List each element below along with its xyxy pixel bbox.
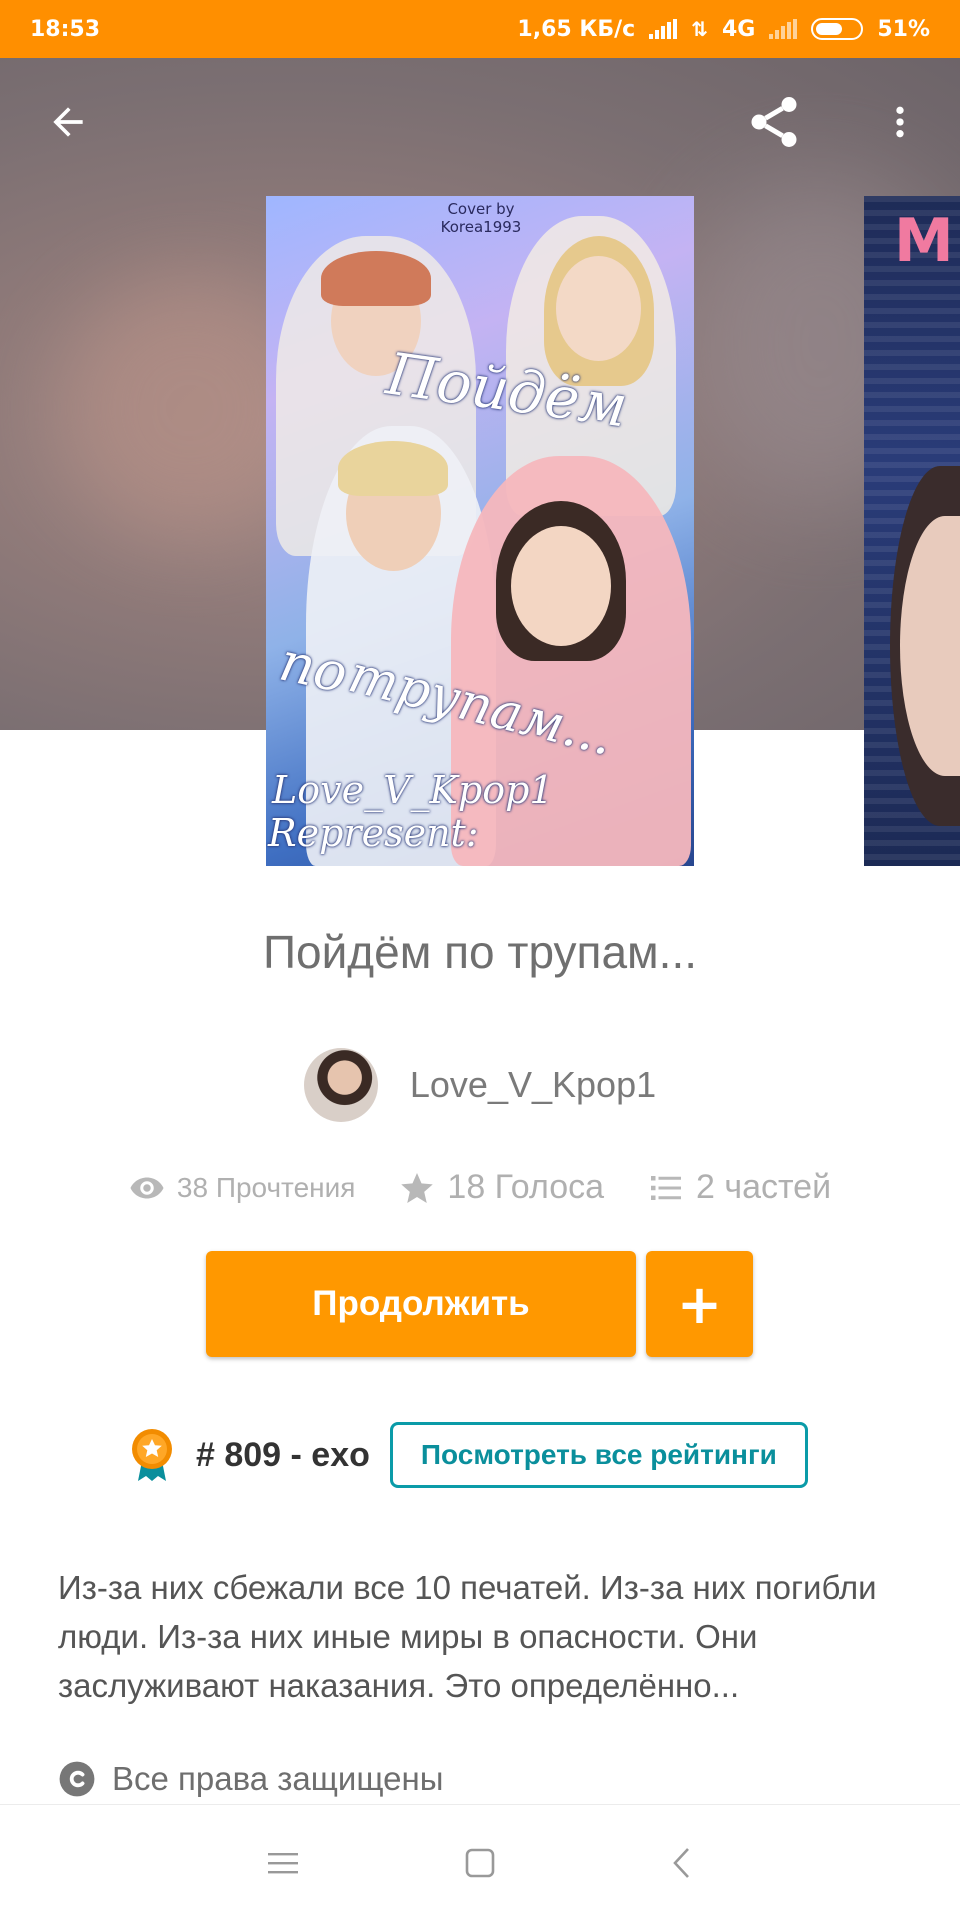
share-button[interactable] <box>744 92 804 152</box>
cover-title-line2: по <box>274 629 354 706</box>
author-name[interactable]: Love_V_Kpop1 <box>410 1064 656 1106</box>
more-options-button[interactable] <box>870 92 930 152</box>
data-transfer-icon: ⇅ <box>691 17 708 41</box>
ranking-text: # 809 - exo <box>196 1435 370 1474</box>
author-row[interactable]: Love_V_Kpop1 <box>0 1048 960 1122</box>
reads-count: 38 Прочтения <box>176 1171 356 1203</box>
eye-icon <box>130 1177 164 1198</box>
status-indicators: 1,65 КБ/с ⇅ 4G 51% <box>517 17 930 42</box>
story-title: Пойдём по трупам... <box>262 926 698 978</box>
list-icon <box>651 1175 682 1200</box>
story-stats: 38 Прочтения 18 Голоса 2 частей <box>0 1168 960 1207</box>
network-speed: 1,65 КБ/с <box>517 16 636 42</box>
more-vertical-icon <box>896 106 904 138</box>
author-avatar[interactable] <box>303 1048 378 1122</box>
cover-author-line2: Represent: <box>268 811 479 855</box>
network-type: 4G <box>721 16 756 42</box>
status-time: 18:53 <box>30 16 101 42</box>
menu-icon <box>268 1853 298 1874</box>
ranking-badge-icon <box>132 1429 172 1481</box>
parts-count: 2 частей <box>696 1168 832 1206</box>
cover-credit: Cover by Korea1993 <box>440 200 522 236</box>
view-all-rankings-button[interactable]: Посмотреть все рейтинги <box>389 1422 808 1488</box>
home-button[interactable] <box>450 1833 510 1893</box>
chevron-left-icon <box>673 1848 689 1878</box>
ranking-row: # 809 - exo Посмотреть все рейтинги <box>130 1420 808 1490</box>
continue-reading-button[interactable]: Продолжить <box>206 1251 636 1357</box>
status-bar: 18:53 1,65 КБ/с ⇅ 4G 51% <box>0 0 960 58</box>
battery-level: 51% <box>877 16 930 42</box>
next-story-cover[interactable]: M <box>864 196 960 866</box>
signal-icon-2 <box>769 19 798 39</box>
system-nav-bar <box>0 1804 960 1921</box>
votes-stat: 18 Голоса <box>399 1168 604 1207</box>
story-cover[interactable]: Cover by Korea1993 Пойдём по трупам... L… <box>266 196 694 866</box>
share-icon <box>751 97 797 147</box>
cover-author-line1: Love_V_Kpop1 <box>272 768 554 812</box>
copyright-text: Все права защищены <box>112 1760 444 1797</box>
story-description[interactable]: Из-за них сбежали все 10 печатей. Из-за … <box>58 1563 908 1710</box>
parts-stat: 2 частей <box>648 1168 831 1207</box>
copyright-row: Все права защищены <box>58 1760 443 1798</box>
signal-icon <box>649 19 678 39</box>
back-button[interactable] <box>38 92 98 152</box>
system-back-button[interactable] <box>652 1833 712 1893</box>
copyright-icon <box>59 1761 95 1797</box>
square-icon <box>465 1848 495 1878</box>
next-cover-title: M <box>894 206 954 276</box>
star-icon <box>401 1172 434 1203</box>
reads-stat: 38 Прочтения <box>129 1170 356 1206</box>
recent-apps-button[interactable] <box>253 1833 313 1893</box>
arrow-left-icon <box>53 107 83 137</box>
add-to-library-button[interactable]: + <box>646 1251 753 1357</box>
battery-icon <box>811 18 864 40</box>
votes-count: 18 Голоса <box>447 1168 605 1206</box>
